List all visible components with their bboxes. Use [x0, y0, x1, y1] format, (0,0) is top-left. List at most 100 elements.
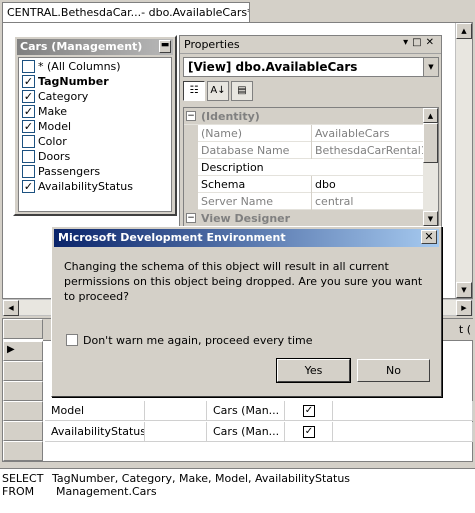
grid-cell-table[interactable]: Cars (Man... — [207, 422, 285, 442]
column-checkbox[interactable] — [22, 149, 35, 163]
sql-pane[interactable]: SELECT TagNumber, Category, Make, Model, … — [0, 468, 475, 513]
property-category[interactable]: − View Designer — [184, 210, 438, 226]
dialog-title-bar: Microsoft Development Environment ✕ — [54, 229, 439, 247]
grid-cell-column[interactable]: AvailabilityStatus — [45, 422, 145, 442]
dropdown-icon[interactable]: ▾ — [403, 37, 412, 48]
scroll-up-icon[interactable]: ▲ — [423, 108, 438, 123]
chevron-down-icon[interactable]: ▼ — [423, 58, 438, 76]
grid-cell-sort[interactable] — [333, 401, 473, 421]
document-tab-strip: CENTRAL.BethesdaCar...- dbo.AvailableCar… — [0, 0, 475, 22]
output-checkbox[interactable]: ✓ — [303, 405, 315, 417]
column-checkbox[interactable]: ✓ — [22, 119, 35, 133]
object-selector[interactable]: [View] dbo.AvailableCars ▼ — [183, 57, 439, 77]
collapse-icon[interactable]: − — [186, 111, 196, 121]
row-header-current[interactable]: ▶ — [3, 341, 43, 361]
property-gutter — [184, 176, 198, 193]
column-item[interactable]: * (All Columns) — [19, 59, 171, 74]
property-row[interactable]: Schema dbo — [184, 176, 438, 193]
close-icon[interactable]: ✕ — [421, 230, 437, 244]
dialog-message: Changing the schema of this object will … — [64, 260, 423, 303]
column-item[interactable]: ✓ Model — [19, 119, 171, 134]
grid-cell-column[interactable]: Model — [45, 401, 145, 421]
property-gutter — [184, 142, 198, 159]
column-item[interactable]: ✓ Category — [19, 89, 171, 104]
output-checkbox[interactable]: ✓ — [303, 426, 315, 438]
document-tab[interactable]: CENTRAL.BethesdaCar...- dbo.AvailableCar… — [2, 2, 250, 22]
scroll-left-icon[interactable]: ◀ — [3, 300, 19, 316]
alphabetical-icon[interactable]: A↓ — [207, 81, 229, 101]
scroll-up-icon[interactable]: ▲ — [456, 23, 472, 39]
column-label: Passengers — [38, 165, 101, 178]
scroll-down-icon[interactable]: ▼ — [456, 282, 472, 298]
property-row[interactable]: Database Name BethesdaCarRental1 — [184, 142, 438, 159]
property-value[interactable]: BethesdaCarRental1 — [311, 142, 423, 159]
column-label: Make — [38, 105, 67, 118]
column-item[interactable]: Doors — [19, 149, 171, 164]
grid-cell-alias[interactable] — [145, 422, 207, 442]
column-checkbox[interactable] — [22, 134, 35, 148]
scroll-right-icon[interactable]: ▶ — [456, 300, 472, 316]
column-item[interactable]: ✓ Make — [19, 104, 171, 119]
current-row-icon: ▶ — [7, 344, 15, 355]
scroll-down-icon[interactable]: ▼ — [423, 211, 438, 226]
scroll-thumb[interactable] — [423, 123, 438, 163]
row-header[interactable] — [3, 319, 43, 339]
property-category[interactable]: − (Identity) — [184, 108, 438, 125]
diagram-vertical-scrollbar[interactable]: ▲ ▼ — [455, 23, 472, 298]
property-name: Database Name — [201, 144, 290, 157]
property-category-label: View Designer — [201, 212, 291, 225]
dont-warn-checkbox-row[interactable]: Don't warn me again, proceed every time — [66, 334, 313, 347]
property-value[interactable]: dbo — [311, 176, 423, 193]
table-box-title-label: Cars (Management) — [20, 40, 143, 53]
categorized-icon[interactable]: ☷ — [183, 81, 205, 101]
row-header[interactable] — [3, 361, 43, 381]
grid-cell-sort[interactable] — [333, 422, 473, 442]
column-list: * (All Columns) ✓ TagNumber ✓ Category ✓ Make ✓… — [18, 57, 172, 212]
grid-column-header-fragment: t ( — [458, 323, 471, 336]
grid-cell-alias[interactable] — [145, 401, 207, 421]
column-checkbox[interactable]: ✓ — [22, 179, 35, 193]
maximize-icon[interactable]: □ — [412, 37, 425, 48]
collapse-icon[interactable]: − — [186, 213, 196, 223]
column-checkbox[interactable]: ✓ — [22, 104, 35, 118]
property-grid-scrollbar[interactable]: ▲ ▼ — [423, 108, 438, 226]
property-value[interactable]: AvailableCars — [311, 125, 423, 142]
dont-warn-label: Don't warn me again, proceed every time — [83, 334, 313, 347]
column-checkbox[interactable] — [22, 164, 35, 178]
close-icon[interactable]: ✕ — [426, 37, 438, 48]
column-checkbox[interactable]: ✓ — [22, 74, 35, 88]
row-header[interactable] — [3, 441, 43, 461]
column-checkbox[interactable]: ✓ — [22, 89, 35, 103]
row-header[interactable] — [3, 401, 43, 421]
property-row[interactable]: Description — [184, 159, 438, 176]
grid-cell-table[interactable]: Cars (Man... — [207, 401, 285, 421]
properties-title-bar: Properties ▾□✕ — [180, 36, 441, 54]
table-box-title[interactable]: Cars (Management) ▬ — [17, 39, 173, 55]
property-name: (Name) — [201, 127, 243, 140]
column-item[interactable]: ✓ TagNumber — [19, 74, 171, 89]
column-checkbox[interactable] — [22, 59, 35, 73]
property-gutter — [184, 125, 198, 142]
column-item[interactable]: Passengers — [19, 164, 171, 179]
yes-button[interactable]: Yes — [276, 358, 351, 383]
row-header[interactable] — [3, 421, 43, 441]
no-button[interactable]: No — [357, 359, 430, 382]
properties-toolbar: ☷ A↓ ▤ — [183, 81, 439, 103]
object-selector-value: [View] dbo.AvailableCars — [188, 60, 358, 74]
property-pages-icon[interactable]: ▤ — [231, 81, 253, 101]
column-item[interactable]: ✓ AvailabilityStatus — [19, 179, 171, 194]
column-label: Doors — [38, 150, 71, 163]
minimize-icon[interactable]: ▬ — [159, 40, 171, 53]
grid-cell-output[interactable]: ✓ — [285, 422, 333, 442]
column-label: AvailabilityStatus — [38, 180, 134, 193]
property-row[interactable]: (Name) AvailableCars — [184, 125, 438, 142]
property-value[interactable]: central — [311, 193, 423, 210]
sql-from-table: Management.Cars — [56, 485, 157, 498]
dont-warn-checkbox[interactable] — [66, 334, 78, 346]
table-box-cars[interactable]: Cars (Management) ▬ * (All Columns) ✓ TagN… — [13, 35, 177, 216]
column-label: Category — [38, 90, 89, 103]
column-item[interactable]: Color — [19, 134, 171, 149]
grid-cell-output[interactable]: ✓ — [285, 401, 333, 421]
property-row[interactable]: Server Name central — [184, 193, 438, 210]
row-header[interactable] — [3, 381, 43, 401]
